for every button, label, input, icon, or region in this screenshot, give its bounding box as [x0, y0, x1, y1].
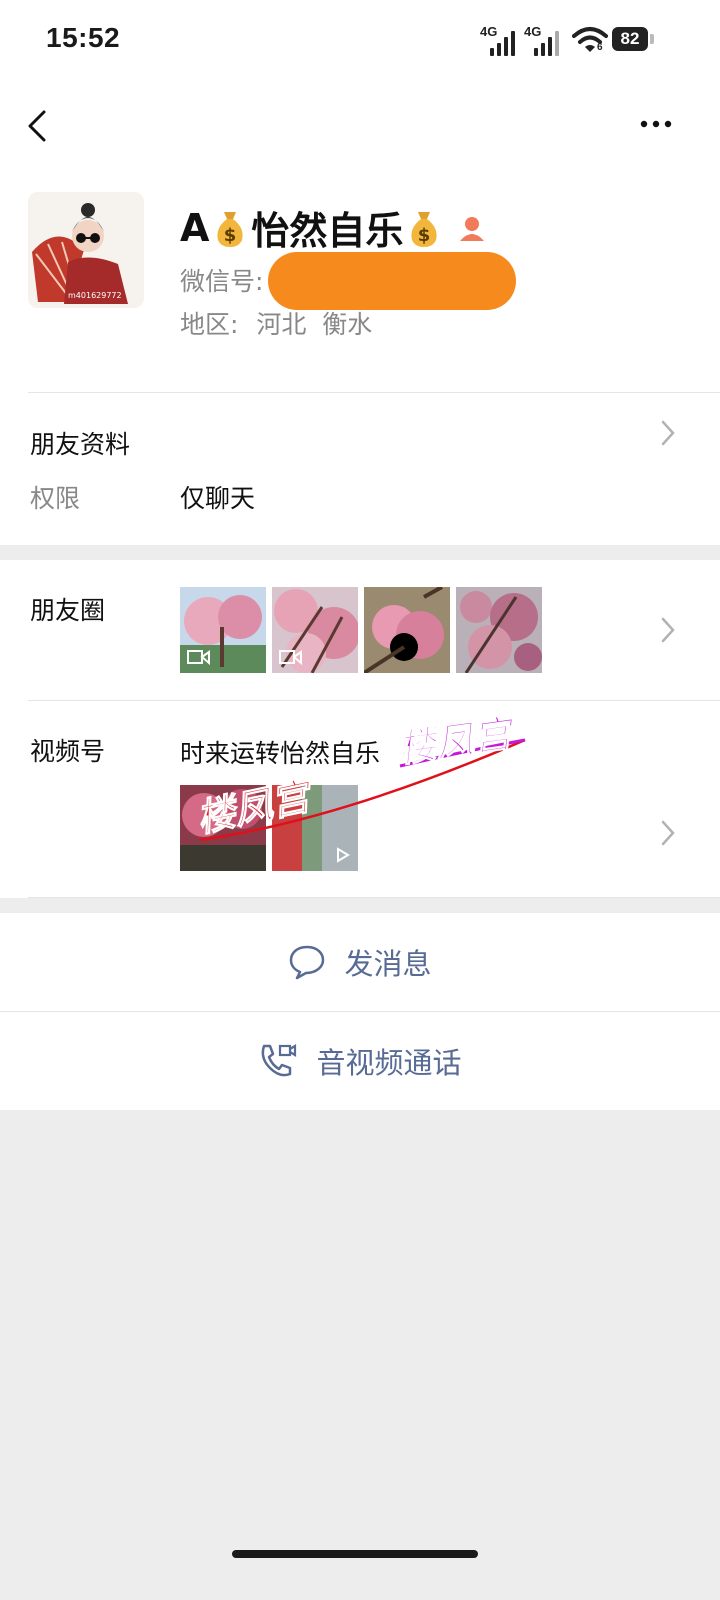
- name-prefix: A: [180, 205, 210, 250]
- moments-thumbnail-photo[interactable]: [364, 587, 450, 673]
- chevron-right-icon: [661, 420, 675, 446]
- cell-signal-2: 4G: [524, 24, 559, 56]
- avatar-illustration: m401629772: [28, 192, 144, 308]
- signal-bars-icon: [534, 30, 559, 56]
- send-message-label: 发消息: [344, 947, 432, 981]
- svg-text:$: $: [224, 225, 237, 246]
- region-label: 地区:: [180, 310, 239, 339]
- channels-label: 视频号: [30, 737, 106, 766]
- money-bag-icon: $: [411, 211, 438, 247]
- moments-label: 朋友圈: [30, 596, 106, 625]
- chat-bubble-icon: [290, 945, 325, 980]
- wifi-badge: 6: [597, 42, 603, 53]
- signal-bars-icon: [490, 30, 515, 56]
- more-options-button[interactable]: [636, 108, 676, 140]
- profile-name: A $ 怡然自乐 $: [180, 200, 487, 255]
- female-gender-icon: [460, 216, 485, 241]
- wechat-id-redaction: [268, 252, 516, 310]
- moments-thumbnail-photo[interactable]: [456, 587, 542, 673]
- send-message-button[interactable]: 发消息: [0, 913, 720, 1011]
- watermark-overlay: 楼凤宫 楼凤宫: [192, 710, 526, 841]
- divider: [28, 897, 720, 898]
- back-button[interactable]: [22, 108, 58, 144]
- money-bag-icon: $: [217, 211, 244, 247]
- avatar[interactable]: m401629772: [28, 192, 144, 308]
- permission-label: 权限: [30, 484, 81, 513]
- moments-thumbnails: [180, 587, 542, 673]
- cell-signal-1: 4G: [480, 24, 515, 56]
- moments-thumbnail-video[interactable]: [180, 587, 266, 673]
- battery-tip: [650, 34, 654, 44]
- status-time: 15:52: [46, 22, 121, 53]
- moments-row[interactable]: 朋友圈: [0, 560, 720, 700]
- video-call-label: 音视频通话: [316, 1046, 462, 1080]
- friend-info-title: 朋友资料: [30, 430, 131, 459]
- video-call-button[interactable]: 音视频通话: [0, 1012, 720, 1110]
- avatar-watermark: m401629772: [68, 291, 122, 300]
- chevron-right-icon: [661, 820, 675, 846]
- home-indicator[interactable]: [232, 1550, 478, 1558]
- moments-thumbnail-video[interactable]: [272, 587, 358, 673]
- name-main: 怡然自乐: [251, 209, 404, 253]
- phone-video-icon: [262, 1044, 297, 1077]
- wechat-id-label: 微信号:: [180, 267, 264, 296]
- permission-value: 仅聊天: [180, 484, 256, 513]
- watermark-text-purple: 楼凤宫: [395, 711, 519, 771]
- chevron-right-icon: [661, 617, 675, 643]
- svg-text:$: $: [418, 225, 431, 246]
- region-row: 地区: 河北 衡水: [180, 305, 372, 341]
- battery-indicator: 82: [612, 27, 648, 51]
- region-value: 河北 衡水: [256, 310, 373, 339]
- friend-info-row[interactable]: 朋友资料 权限 仅聊天: [0, 393, 720, 543]
